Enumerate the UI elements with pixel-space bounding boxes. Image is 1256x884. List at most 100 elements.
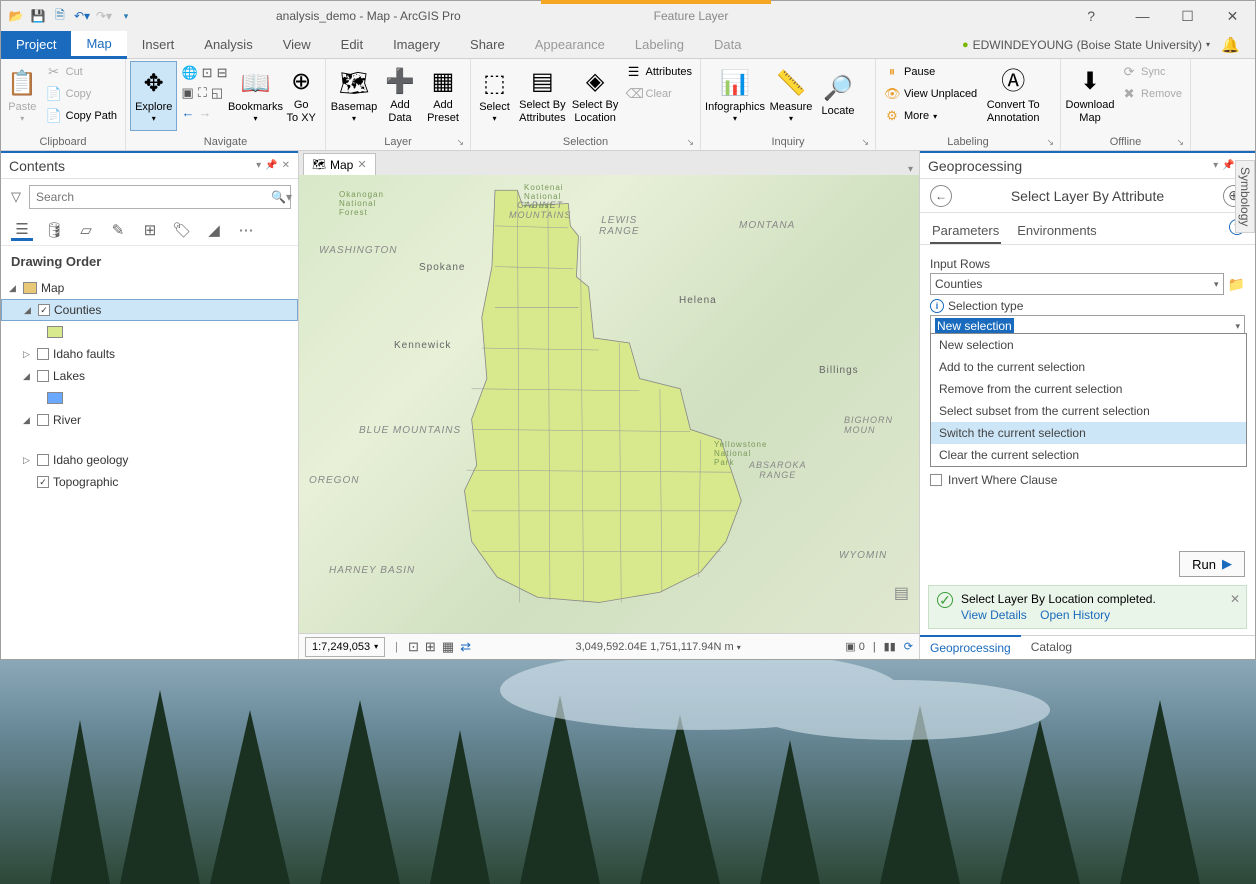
symbology-tab[interactable]: Symbology [1235,160,1255,233]
more-labeling-button[interactable]: ⚙More▾ [880,105,981,127]
dialog-launcher-icon[interactable]: ↘ [1046,137,1054,148]
tab-view[interactable]: View [268,31,326,59]
pane-pin-icon[interactable]: 📌 [265,160,277,171]
tab-catalog[interactable]: Catalog [1021,636,1082,659]
tab-share[interactable]: Share [455,31,520,59]
dialog-launcher-icon[interactable]: ↘ [861,137,869,148]
zoom-fixed-in-icon[interactable]: ⊡ [202,65,213,81]
dialog-launcher-icon[interactable]: ↘ [686,137,694,148]
pane-close-icon[interactable]: ✕ [282,160,290,171]
toc-layer-counties[interactable]: ◢✓ Counties [1,299,298,321]
user-info[interactable]: ● EDWINDEYOUNG (Boise State University) … [962,38,1210,52]
measure-button[interactable]: 📏Measure▾ [767,61,815,131]
zoom-fixed-out-icon[interactable]: ⊟ [217,65,228,81]
infographics-button[interactable]: 📊Infographics▾ [705,61,765,131]
select-by-loc-button[interactable]: ◈Select By Location [571,61,620,131]
zoom-full-icon[interactable]: 🌐 [181,65,197,81]
copy-button[interactable]: 📄Copy [42,83,121,105]
list-by-labeling-icon[interactable]: 🏷 [171,219,193,241]
sb-grid-icon[interactable]: ▦ [442,639,454,655]
sb-dynamic-icon[interactable]: ⇄ [460,639,471,655]
dialog-launcher-icon[interactable]: ↘ [1176,137,1184,148]
basemap-button[interactable]: 🗺Basemap▾ [330,61,378,131]
sync-button[interactable]: ⟳Sync [1117,61,1186,83]
tab-insert[interactable]: Insert [127,31,190,59]
map-view-tab[interactable]: 🗺 Map ✕ [303,153,376,175]
qat-customize-icon[interactable]: ▾ [117,7,135,25]
tab-geoprocessing[interactable]: Geoprocessing [920,635,1021,659]
pane-menu-icon[interactable]: ▾ [1213,160,1218,171]
tab-data[interactable]: Data [699,31,756,59]
tab-project[interactable]: Project [1,31,71,59]
pane-menu-icon[interactable]: ▾ [256,160,261,171]
checkbox-icon[interactable]: ✓ [37,476,49,488]
close-tab-icon[interactable]: ✕ [357,158,366,171]
pane-pin-icon[interactable]: 📌 [1222,160,1234,171]
dialog-launcher-icon[interactable]: ↘ [456,137,464,148]
dropdown-option[interactable]: Switch the current selection [931,422,1246,444]
zoom-layer-icon[interactable]: ◱ [211,85,223,101]
locate-button[interactable]: 🔎Locate [817,61,859,131]
select-button[interactable]: ⬚Select▾ [475,61,514,131]
list-by-editing-icon[interactable]: ✎ [107,219,129,241]
info-icon[interactable]: i [930,299,944,313]
tab-map[interactable]: Map [71,31,126,59]
qat-save-icon[interactable]: 💾 [29,7,47,25]
scale-combo[interactable]: 1:7,249,053▾ [305,637,385,657]
add-preset-button[interactable]: ▦Add Preset [422,61,464,131]
dismiss-status-icon[interactable]: ✕ [1230,592,1240,606]
map-canvas[interactable]: WASHINGTON MONTANA OREGON BLUE MOUNTAINS… [299,175,919,633]
remove-button[interactable]: ✖Remove [1117,83,1186,105]
browse-folder-icon[interactable]: 📁 [1228,276,1245,293]
tab-labeling[interactable]: Labeling [620,31,699,59]
search-input[interactable] [29,185,291,209]
zoom-sel-icon[interactable]: ▣ [181,85,193,101]
toc-layer-geology[interactable]: ▷ Idaho geology [1,449,298,471]
cut-button[interactable]: ✂Cut [42,61,121,83]
checkbox-icon[interactable] [930,474,942,486]
sel-count-icon[interactable]: ▣ 0 [845,640,865,653]
tab-imagery[interactable]: Imagery [378,31,455,59]
goto-xy-button[interactable]: ⊕Go To XY [281,61,321,131]
toc-map-frame[interactable]: ◢ Map [1,277,298,299]
invert-where-row[interactable]: Invert Where Clause [930,473,1245,487]
prev-extent-icon[interactable]: ← [181,105,194,120]
clear-button[interactable]: ⌫Clear [622,83,696,105]
download-map-button[interactable]: ⬇Download Map [1065,61,1115,131]
full-extent-icon[interactable]: ⛶ [198,85,207,101]
qat-saveas-icon[interactable]: 🗎 [51,7,69,25]
attributes-button[interactable]: ☰Attributes [622,61,696,83]
dropdown-option[interactable]: Select subset from the current selection [931,400,1246,422]
checkbox-icon[interactable] [37,414,49,426]
checkbox-icon[interactable] [37,454,49,466]
sb-snapping-icon[interactable]: ⊞ [425,639,436,655]
search-icon[interactable]: 🔍▾ [271,190,292,204]
open-history-link[interactable]: Open History [1040,608,1110,622]
maximize-button[interactable]: ☐ [1165,1,1210,31]
qat-redo-icon[interactable]: ↷▾ [95,7,113,25]
next-extent-icon[interactable]: → [198,105,211,120]
toc-symbol[interactable] [1,321,298,343]
back-button[interactable]: ← [930,185,952,207]
paste-button[interactable]: 📋Paste▾ [5,61,40,131]
convert-annotation-button[interactable]: ⒶConvert To Annotation [983,61,1043,131]
explore-button[interactable]: ✥Explore▾ [130,61,177,131]
dropdown-option[interactable]: Add to the current selection [931,356,1246,378]
close-button[interactable]: ✕ [1210,1,1255,31]
run-button[interactable]: Run▶ [1179,551,1245,577]
checkbox-icon[interactable]: ✓ [38,304,50,316]
qat-undo-icon[interactable]: ↶▾ [73,7,91,25]
toc-layer-faults[interactable]: ▷ Idaho faults [1,343,298,365]
tab-analysis[interactable]: Analysis [189,31,267,59]
toc-layer-river[interactable]: ◢ River [1,409,298,431]
dropdown-option[interactable]: Remove from the current selection [931,378,1246,400]
sb-constraint-icon[interactable]: ⊡ [408,639,419,655]
dropdown-option[interactable]: New selection [931,334,1246,356]
toc-symbol[interactable] [1,387,298,409]
bookmarks-button[interactable]: 📖Bookmarks▾ [231,61,279,131]
map-menu-icon[interactable]: ▾ [902,164,919,175]
minimize-button[interactable]: — [1120,1,1165,31]
checkbox-icon[interactable] [37,370,49,382]
input-rows-combo[interactable]: Counties▾ [930,273,1224,295]
tab-edit[interactable]: Edit [326,31,378,59]
